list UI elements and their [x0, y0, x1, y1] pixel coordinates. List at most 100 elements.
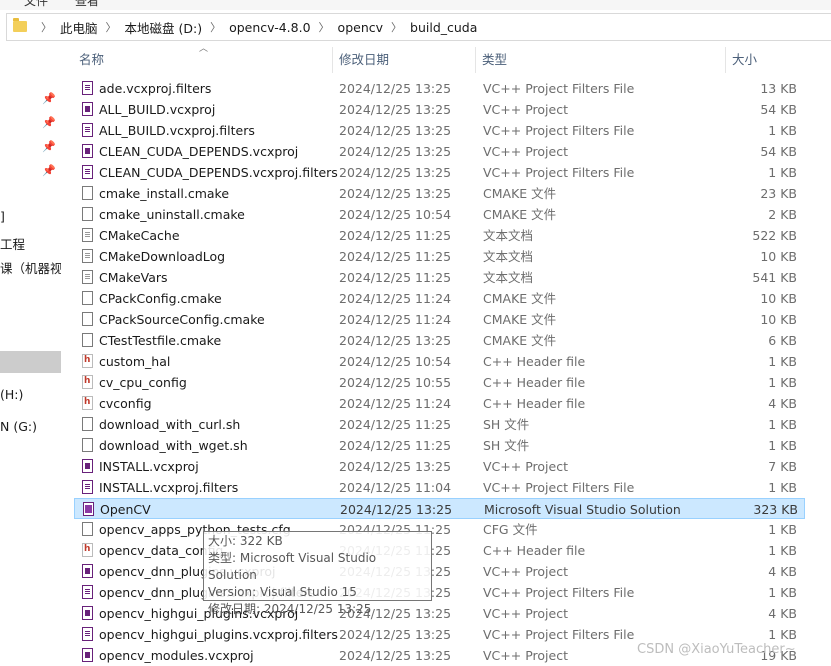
file-type: SH 文件	[483, 438, 530, 453]
menu-item-view[interactable]: 查看	[75, 0, 99, 9]
file-name: opencv_modules.vcxproj	[99, 648, 254, 663]
generic-file-icon	[82, 438, 93, 452]
chevron-right-icon[interactable]: 〉	[391, 19, 402, 35]
breadcrumb-opencv-480[interactable]: opencv-4.8.0	[229, 20, 310, 35]
file-date: 2024/12/25 13:25	[339, 333, 452, 348]
address-bar[interactable]: 〉 此电脑 〉 本地磁盘 (D:) 〉 opencv-4.8.0 〉 openc…	[6, 13, 831, 41]
file-row[interactable]: opencv_dnn_plugins.vcxproj.filters2024/1…	[74, 582, 805, 603]
file-row[interactable]: INSTALL.vcxproj 2024/12/25 13:25 VC++ Proj…	[74, 456, 805, 477]
watermark: CSDN @XiaoYuTeacher~	[637, 642, 796, 657]
file-row[interactable]: cmake_install.cmake 2024/12/25 13:25 CMAKE…	[74, 183, 805, 204]
generic-file-icon	[82, 291, 93, 305]
file-row[interactable]: download_with_curl.sh 2024/12/25 11:25 SH …	[74, 414, 805, 435]
chevron-right-icon[interactable]: 〉	[106, 19, 117, 35]
file-date: 2024/12/25 11:04	[339, 480, 452, 495]
file-row[interactable]: ALL_BUILD.vcxproj.filters 2024/12/25 13:2…	[74, 120, 805, 141]
file-date: 2024/12/25 13:25	[339, 165, 452, 180]
column-header-date[interactable]: 修改日期	[339, 41, 389, 73]
file-row[interactable]: opencv_data_config2024/12/25 11:25C++ He…	[74, 540, 805, 561]
file-size: 6 KB	[768, 333, 797, 348]
file-size: 522 KB	[752, 228, 797, 243]
file-size: 4 KB	[768, 606, 797, 621]
column-divider[interactable]	[475, 47, 476, 73]
file-row[interactable]: cv_cpu_config 2024/12/25 10:55 C++ Header …	[74, 372, 805, 393]
file-row[interactable]: cmake_uninstall.cmake 2024/12/25 10:54 CMA…	[74, 204, 805, 225]
chevron-right-icon[interactable]: 〉	[319, 19, 330, 35]
nav-item-selected[interactable]	[0, 351, 61, 373]
column-header-name[interactable]: 名称	[79, 41, 104, 73]
nav-item-1[interactable]: ]	[0, 209, 5, 224]
file-type: VC++ Project Filters File	[483, 165, 635, 180]
chevron-right-icon[interactable]: 〉	[210, 19, 221, 35]
file-size: 323 KB	[753, 502, 798, 517]
breadcrumb-build-cuda[interactable]: build_cuda	[410, 20, 477, 35]
column-header-type[interactable]: 类型	[482, 41, 507, 73]
breadcrumb-this-pc[interactable]: 此电脑	[60, 18, 98, 37]
generic-file-icon	[82, 207, 93, 221]
file-row[interactable]: CPackConfig.cmake 2024/12/25 11:24 CMAKE 文…	[74, 288, 805, 309]
column-header-size[interactable]: 大小	[732, 41, 757, 73]
file-type: 文本文档	[483, 228, 534, 243]
column-divider[interactable]	[332, 47, 333, 73]
file-row[interactable]: OpenCV 2024/12/25 13:25 Microsoft Visual S…	[74, 498, 805, 519]
file-row[interactable]: opencv_apps_python_tests.cfg 2024/12/25 1…	[74, 519, 805, 540]
vcxproj-file-icon	[82, 648, 93, 662]
nav-item-2[interactable]: 工程	[0, 234, 25, 253]
file-row[interactable]: ALL_BUILD.vcxproj 2024/12/25 13:25 VC++ Pr…	[74, 99, 805, 120]
file-size: 4 KB	[768, 396, 797, 411]
file-row[interactable]: download_with_wget.sh 2024/12/25 11:25 SH …	[74, 435, 805, 456]
file-date: 2024/12/25 13:25	[340, 502, 453, 517]
file-row[interactable]: CLEAN_CUDA_DEPENDS.vcxproj.filters 2024/1…	[74, 162, 805, 183]
file-type: Microsoft Visual Studio Solution	[484, 502, 681, 517]
breadcrumb-opencv[interactable]: opencv	[338, 20, 383, 35]
file-name: CPackConfig.cmake	[99, 291, 222, 306]
filters-file-icon	[82, 81, 93, 95]
file-row[interactable]: CMakeCache 2024/12/25 11:25 文本文档 522 KB	[74, 225, 805, 246]
file-row[interactable]: custom_hal 2024/12/25 10:54 C++ Header fil…	[74, 351, 805, 372]
file-row[interactable]: opencv_dnn_plugins.vcxproj2024/12/25 13:…	[74, 561, 805, 582]
file-name: cmake_install.cmake	[99, 186, 230, 201]
file-type: VC++ Project Filters File	[483, 81, 635, 96]
pin-icon[interactable]: 📌	[42, 165, 56, 177]
file-row[interactable]: CTestTestfile.cmake 2024/12/25 13:25 CMAKE…	[74, 330, 805, 351]
text-file-icon	[82, 270, 93, 284]
menu-item-file[interactable]: 文件	[24, 0, 48, 9]
file-date: 2024/12/25 10:54	[339, 354, 452, 369]
nav-item-drive-g[interactable]: N (G:)	[0, 419, 37, 434]
file-name: opencv_highgui_plugins.vcxproj.filters	[99, 627, 338, 642]
file-row[interactable]: CMakeDownloadLog 2024/12/25 11:25 文本文档 10 K…	[74, 246, 805, 267]
chevron-right-icon[interactable]: 〉	[41, 19, 52, 35]
file-date: 2024/12/25 13:25	[339, 648, 452, 663]
file-row[interactable]: cvconfig 2024/12/25 11:24 C++ Header file 4…	[74, 393, 805, 414]
text-file-icon	[82, 249, 93, 263]
file-type: CFG 文件	[483, 522, 538, 537]
column-divider[interactable]	[725, 47, 726, 73]
file-type: C++ Header file	[483, 543, 586, 558]
nav-item-3[interactable]: 课（机器视觉	[0, 258, 61, 277]
file-row[interactable]: ade.vcxproj.filters 2024/12/25 13:25 VC++ …	[74, 78, 805, 99]
generic-file-icon	[82, 333, 93, 347]
file-name: cvconfig	[99, 396, 152, 411]
nav-item-drive-h[interactable]: (H:)	[0, 387, 23, 402]
file-name: cv_cpu_config	[99, 375, 187, 390]
file-row[interactable]: CMakeVars 2024/12/25 11:25 文本文档 541 KB	[74, 267, 805, 288]
pin-icon[interactable]: 📌	[42, 93, 56, 105]
file-size: 1 KB	[768, 354, 797, 369]
file-row[interactable]: INSTALL.vcxproj.filters 2024/12/25 11:04 V…	[74, 477, 805, 498]
tooltip-type: 类型: Microsoft Visual Studio Solution	[208, 551, 377, 582]
file-row[interactable]: CPackSourceConfig.cmake 2024/12/25 11:24 C…	[74, 309, 805, 330]
vcxproj-file-icon	[82, 564, 93, 578]
file-row[interactable]: CLEAN_CUDA_DEPENDS.vcxproj 2024/12/25 13:…	[74, 141, 805, 162]
file-name: CLEAN_CUDA_DEPENDS.vcxproj.filters	[99, 165, 338, 180]
file-name: CTestTestfile.cmake	[99, 333, 222, 348]
sort-ascending-icon: ︿	[199, 44, 209, 54]
filters-file-icon	[82, 585, 93, 599]
breadcrumb-drive-d[interactable]: 本地磁盘 (D:)	[125, 18, 203, 37]
pin-icon[interactable]: 📌	[42, 141, 56, 153]
file-name: OpenCV	[100, 502, 151, 517]
file-name: CMakeCache	[99, 228, 180, 243]
pin-icon[interactable]: 📌	[42, 117, 56, 129]
file-type: 文本文档	[483, 249, 534, 264]
file-row[interactable]: opencv_highgui_plugins.vcxproj 2024/12/25…	[74, 603, 805, 624]
file-type: 文本文档	[483, 270, 534, 285]
